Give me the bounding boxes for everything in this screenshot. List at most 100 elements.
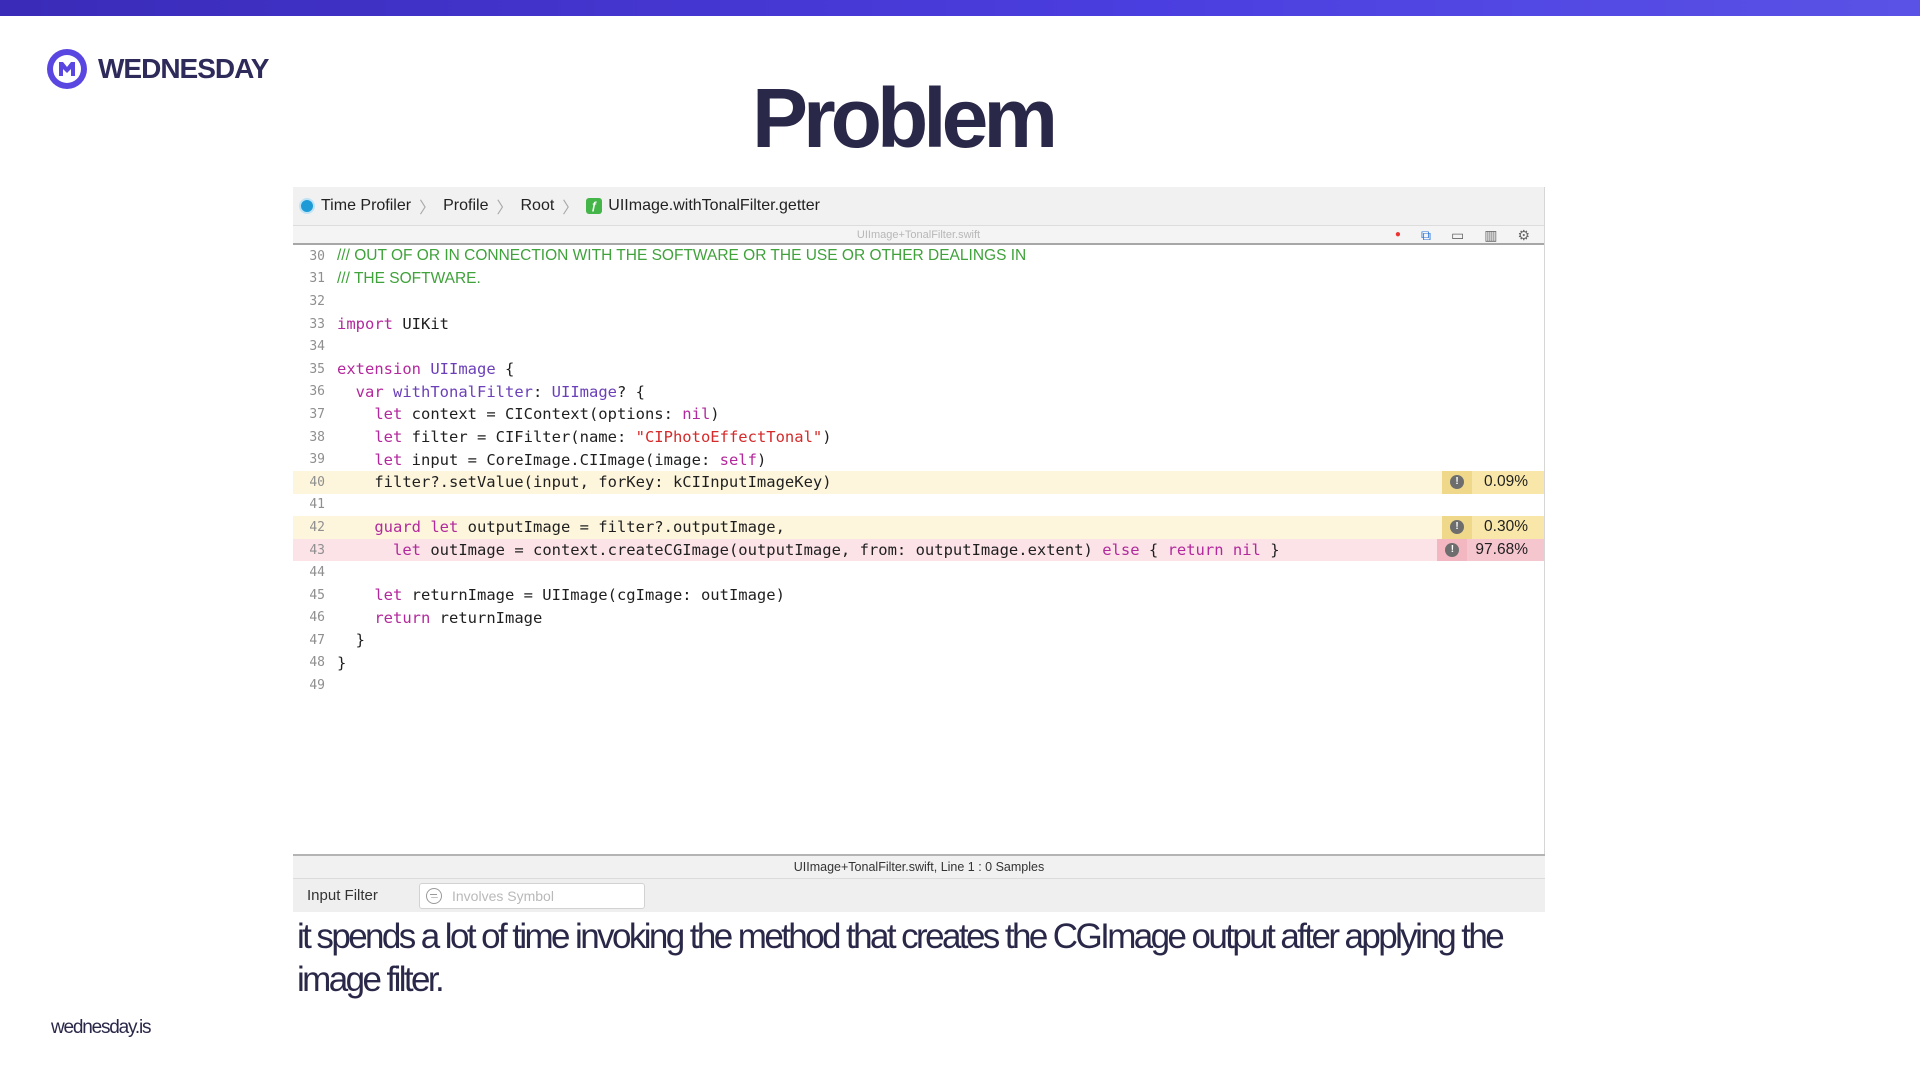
line-number: 31 <box>309 271 325 287</box>
code-text: ? { <box>616 382 645 401</box>
code-line: 46 return returnImage <box>293 607 1544 630</box>
code-keyword: let <box>393 541 421 560</box>
breadcrumb-time-profiler[interactable]: Time Profiler <box>299 197 411 215</box>
code-line-hotspot[interactable]: 43 let outImage = context.createCGImage(… <box>293 538 1544 562</box>
source-code-view[interactable]: 30 /// OUT OF OR IN CONNECTION WITH THE … <box>293 245 1544 697</box>
code-line: 39 let input = CoreImage.CIImage(image: … <box>293 448 1544 471</box>
columns-icon[interactable]: ▥ <box>1484 227 1497 243</box>
code-text: { <box>1139 541 1168 560</box>
breadcrumb-function[interactable]: ƒ UIImage.withTonalFilter.getter <box>586 197 820 215</box>
split-view-icon[interactable]: ▭ <box>1451 227 1464 243</box>
xcode-open-icon[interactable]: ⧉ <box>1421 227 1431 243</box>
input-filter-bar: Input Filter Involves Symbol <box>293 878 1545 912</box>
line-number: 46 <box>309 610 325 626</box>
instruments-window: Time Profiler 〉 Profile 〉 Root 〉 ƒ UIIma… <box>293 187 1545 912</box>
line-number: 30 <box>309 248 325 264</box>
code-line: 36 var withTonalFilter: UIImage? { <box>293 381 1544 404</box>
line-number: 48 <box>309 655 325 671</box>
line-number: 33 <box>309 316 325 332</box>
file-header-bar: UIImage+TonalFilter.swift ● ⧉ ▭ ▥ ⚙ <box>293 225 1544 245</box>
code-text: ) <box>756 450 767 469</box>
sample-cost: ! 97.68% <box>1437 538 1544 562</box>
code-keyword: let <box>374 450 403 469</box>
sample-cost: ! 0.09% <box>1442 470 1544 494</box>
code-type: UIImage <box>551 382 617 401</box>
input-filter-label: Input Filter <box>307 887 378 904</box>
breadcrumb-label: Profile <box>443 197 489 214</box>
code-text: { <box>495 360 515 379</box>
breadcrumb-label: Root <box>520 197 555 214</box>
breadcrumb-profile[interactable]: Profile <box>443 197 488 215</box>
chevron-right-icon: 〉 <box>562 200 579 217</box>
code-text: context = CIContext(options: <box>402 405 683 424</box>
breadcrumb-root[interactable]: Root <box>520 197 554 215</box>
line-number: 41 <box>309 497 325 513</box>
cost-percentage: 97.68% <box>1467 538 1544 562</box>
code-text: : <box>532 382 552 401</box>
code-keyword: import <box>337 315 393 334</box>
code-line: 44 <box>293 561 1544 584</box>
code-keyword: nil <box>1223 541 1261 560</box>
status-bar: UIImage+TonalFilter.swift, Line 1 : 0 Sa… <box>293 854 1545 878</box>
line-number: 38 <box>309 429 325 445</box>
alert-icon[interactable]: ! <box>1442 470 1473 494</box>
code-line: 34 <box>293 335 1544 358</box>
cost-percentage: 0.30% <box>1472 516 1544 539</box>
file-name: UIImage+TonalFilter.swift <box>856 229 981 241</box>
code-text: ) <box>822 428 832 447</box>
cost-percentage: 0.09% <box>1472 470 1544 494</box>
code-keyword: let <box>421 518 459 537</box>
breadcrumb-label: UIImage.withTonalFilter.getter <box>608 197 820 214</box>
code-line: 49 <box>293 674 1544 697</box>
code-line: 48 } <box>293 652 1544 675</box>
code-line-sampled[interactable]: 40 filter?.setValue(input, forKey: kCIIn… <box>293 470 1544 494</box>
code-comment: /// THE SOFTWARE. <box>337 269 481 287</box>
code-text: filter = CIFilter(name: <box>402 428 636 447</box>
line-number: 43 <box>309 542 325 558</box>
filter-placeholder: Involves Symbol <box>452 887 554 904</box>
code-line: 47 } <box>293 629 1544 652</box>
code-keyword: self <box>719 450 757 469</box>
gear-icon[interactable]: ⚙ <box>1517 227 1530 243</box>
code-line: 35 extension UIImage { <box>293 358 1544 381</box>
line-number: 34 <box>309 339 325 355</box>
footer-url[interactable]: wednesday.is <box>51 1017 152 1039</box>
code-text: returnImage = UIImage(cgImage: outImage) <box>402 586 785 605</box>
line-number: 37 <box>309 406 325 422</box>
code-text: outImage = context.createCGImage(outputI… <box>421 541 1103 560</box>
chevron-right-icon: 〉 <box>419 200 436 217</box>
code-keyword: nil <box>682 405 711 424</box>
filter-icon <box>426 887 442 904</box>
breadcrumb: Time Profiler 〉 Profile 〉 Root 〉 ƒ UIIma… <box>293 187 1544 225</box>
code-keyword: else <box>1102 541 1140 560</box>
code-line: 41 <box>293 494 1544 517</box>
code-line: 33 import UIKit <box>293 313 1544 336</box>
code-line-sampled[interactable]: 42 guard let outputImage = filter?.outpu… <box>293 516 1544 539</box>
alert-icon[interactable]: ! <box>1442 516 1473 539</box>
code-text: filter?.setValue(input, forKey: kCIInput… <box>337 473 832 492</box>
code-type: UIImage <box>421 360 496 379</box>
code-line: 31 /// THE SOFTWARE. <box>293 268 1544 291</box>
record-dot-icon[interactable]: ● <box>1395 227 1401 243</box>
code-text: } <box>1260 541 1280 560</box>
slide-title: Problem <box>751 71 1058 165</box>
code-keyword: let <box>374 586 403 605</box>
code-keyword: let <box>374 405 403 424</box>
line-number: 36 <box>309 384 325 400</box>
code-comment: /// OUT OF OR IN CONNECTION WITH THE SOF… <box>337 247 1027 265</box>
code-string: "CIPhotoEffectTonal" <box>635 428 823 447</box>
code-text: UIKit <box>393 315 449 334</box>
line-number: 47 <box>309 632 325 648</box>
code-line: 45 let returnImage = UIImage(cgImage: ou… <box>293 584 1544 607</box>
line-number: 32 <box>309 293 325 309</box>
symbol-filter-input[interactable]: Involves Symbol <box>419 882 645 909</box>
time-profiler-icon <box>299 198 315 214</box>
chevron-right-icon: 〉 <box>496 200 513 217</box>
alert-icon[interactable]: ! <box>1437 538 1468 562</box>
